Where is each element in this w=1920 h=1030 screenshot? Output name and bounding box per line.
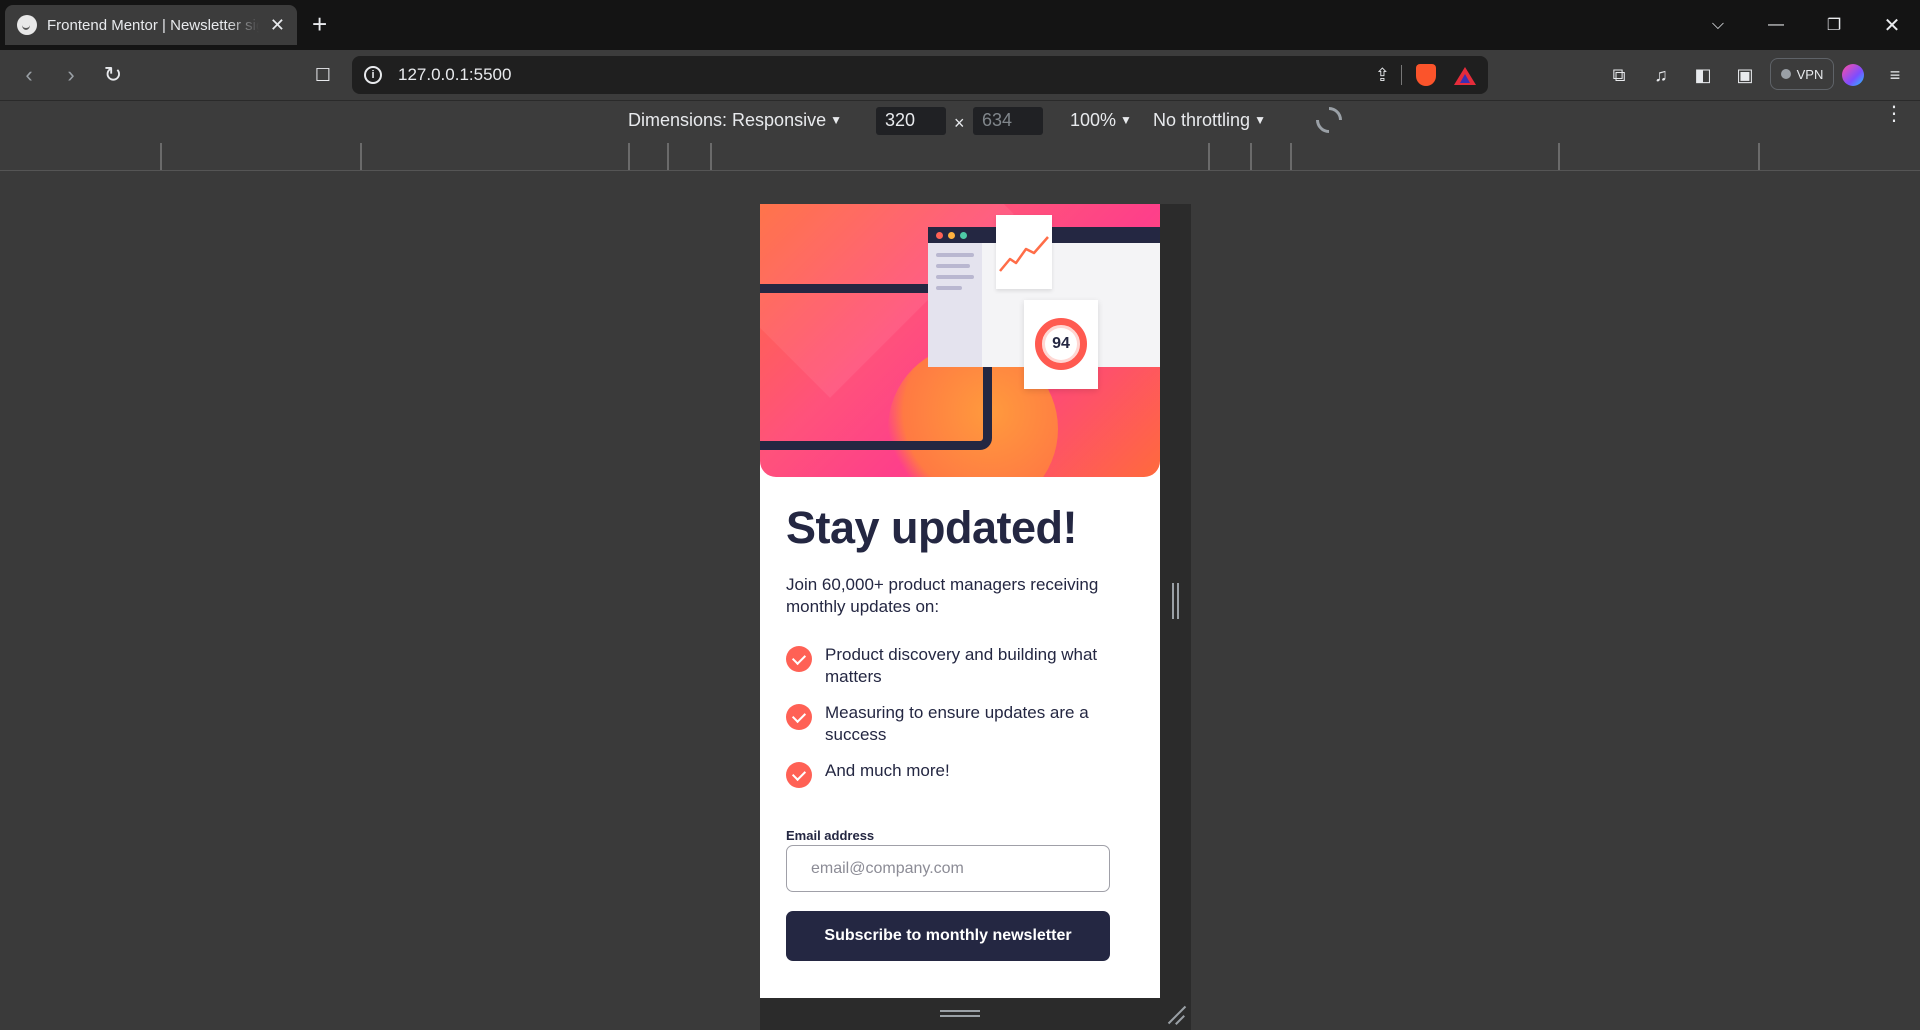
caret-down-icon: ▼	[830, 113, 842, 127]
check-icon	[786, 646, 812, 672]
back-button[interactable]: ‹	[16, 62, 42, 88]
email-label: Email address	[786, 828, 875, 843]
vpn-status-icon	[1780, 69, 1791, 79]
ruler-tick	[1208, 143, 1210, 170]
score-card: 94	[1024, 300, 1098, 389]
hero-illustration: 94	[760, 204, 1160, 477]
list-item: Measuring to ensure updates are a succes…	[786, 702, 1126, 746]
address-bar[interactable]: i 127.0.0.1:5500 ⇪	[352, 56, 1488, 94]
caret-down-icon: ▼	[1120, 113, 1132, 127]
vpn-button[interactable]: VPN	[1770, 58, 1834, 90]
ruler-tick	[1758, 143, 1760, 170]
caret-down-icon: ▼	[1254, 113, 1266, 127]
ruler-tick	[1250, 143, 1252, 170]
dashboard-sidebar	[928, 243, 982, 367]
email-field[interactable]	[786, 845, 1110, 892]
feature-text: Measuring to ensure updates are a succes…	[825, 703, 1089, 744]
throttling-dropdown[interactable]: No throttling ▼	[1153, 110, 1266, 131]
list-item: Product discovery and building what matt…	[786, 644, 1126, 688]
height-input[interactable]: 634	[973, 107, 1043, 135]
ruler-tick	[1558, 143, 1560, 170]
window-dot-red	[936, 232, 943, 239]
width-input[interactable]: 320	[876, 107, 946, 135]
ruler-tick	[710, 143, 712, 170]
address-url[interactable]: 127.0.0.1:5500	[398, 65, 511, 85]
zoom-dropdown[interactable]: 100% ▼	[1070, 110, 1132, 131]
device-viewport: 94 Stay updated! Join 60,000+ product ma…	[760, 204, 1160, 1030]
feature-text: And much more!	[825, 761, 950, 780]
extensions-icon[interactable]: ⧉	[1606, 62, 1632, 88]
browser-tab[interactable]: Frontend Mentor | Newsletter sign-up for…	[5, 5, 297, 45]
new-tab-button[interactable]: +	[312, 10, 327, 38]
divider	[1401, 65, 1402, 85]
dashboard-line	[936, 275, 974, 279]
resize-height-handle[interactable]	[940, 1010, 980, 1017]
window-dot-green	[960, 232, 967, 239]
tab-title: Frontend Mentor | Newsletter sign-up for…	[47, 16, 259, 34]
close-tab-icon[interactable]: ✕	[270, 16, 285, 34]
resize-corner-handle[interactable]	[1166, 1004, 1186, 1024]
page-title: Stay updated!	[786, 502, 1078, 553]
window-dots	[936, 232, 967, 239]
resize-width-handle[interactable]	[1172, 583, 1179, 619]
dashboard-line	[936, 264, 970, 268]
check-icon	[786, 704, 812, 730]
media-icon[interactable]: ♫	[1648, 62, 1674, 88]
minimize-button[interactable]: —	[1748, 0, 1804, 50]
profile-avatar[interactable]	[1842, 64, 1864, 86]
dimensions-dropdown[interactable]: Dimensions: Responsive ▼	[628, 110, 842, 131]
feature-list: Product discovery and building what matt…	[786, 644, 1126, 796]
score-ring: 94	[1035, 318, 1087, 370]
sidebar-icon[interactable]: ◧	[1690, 62, 1716, 88]
tab-strip: Frontend Mentor | Newsletter sign-up for…	[0, 0, 1920, 50]
share-icon[interactable]: ⇪	[1375, 65, 1390, 86]
dashboard-line	[936, 286, 962, 290]
brave-rewards-icon[interactable]	[1454, 67, 1476, 85]
ruler-tick	[1290, 143, 1292, 170]
vpn-label: VPN	[1796, 66, 1824, 82]
site-info-icon[interactable]: i	[364, 66, 382, 84]
throttling-label: No throttling	[1153, 110, 1251, 130]
ruler-tick	[360, 143, 362, 170]
site-favicon-icon	[17, 15, 37, 35]
dimensions-label: Dimensions: Responsive	[628, 110, 827, 130]
media-query-ruler[interactable]	[0, 143, 1920, 171]
dimension-separator: ×	[954, 113, 965, 133]
more-options-icon[interactable]: ⋮	[1884, 104, 1904, 124]
feature-text: Product discovery and building what matt…	[825, 645, 1098, 686]
bookmark-icon[interactable]: ☐	[310, 62, 336, 88]
subscribe-button[interactable]: Subscribe to monthly newsletter	[786, 911, 1110, 961]
close-window-button[interactable]: ✕	[1864, 0, 1920, 50]
brave-shields-icon[interactable]	[1416, 64, 1436, 86]
dashboard-line	[936, 253, 974, 257]
trend-chart-card	[996, 215, 1052, 289]
ruler-tick	[160, 143, 162, 170]
wallet-icon[interactable]: ▣	[1732, 62, 1758, 88]
intro-text: Join 60,000+ product managers receiving …	[786, 575, 1099, 616]
tab-search-icon[interactable]: ⌵	[1690, 0, 1746, 50]
forward-button[interactable]: ›	[58, 62, 84, 88]
window-dot-yellow	[948, 232, 955, 239]
ruler-tick	[628, 143, 630, 170]
list-item: And much more!	[786, 760, 1126, 788]
menu-icon[interactable]: ≡	[1882, 62, 1908, 88]
restore-button[interactable]: ❐	[1806, 0, 1862, 50]
reload-button[interactable]: ↻	[100, 62, 126, 88]
check-icon	[786, 762, 812, 788]
trend-line-icon	[999, 236, 1049, 272]
zoom-label: 100%	[1070, 110, 1117, 130]
ruler-tick	[667, 143, 669, 170]
